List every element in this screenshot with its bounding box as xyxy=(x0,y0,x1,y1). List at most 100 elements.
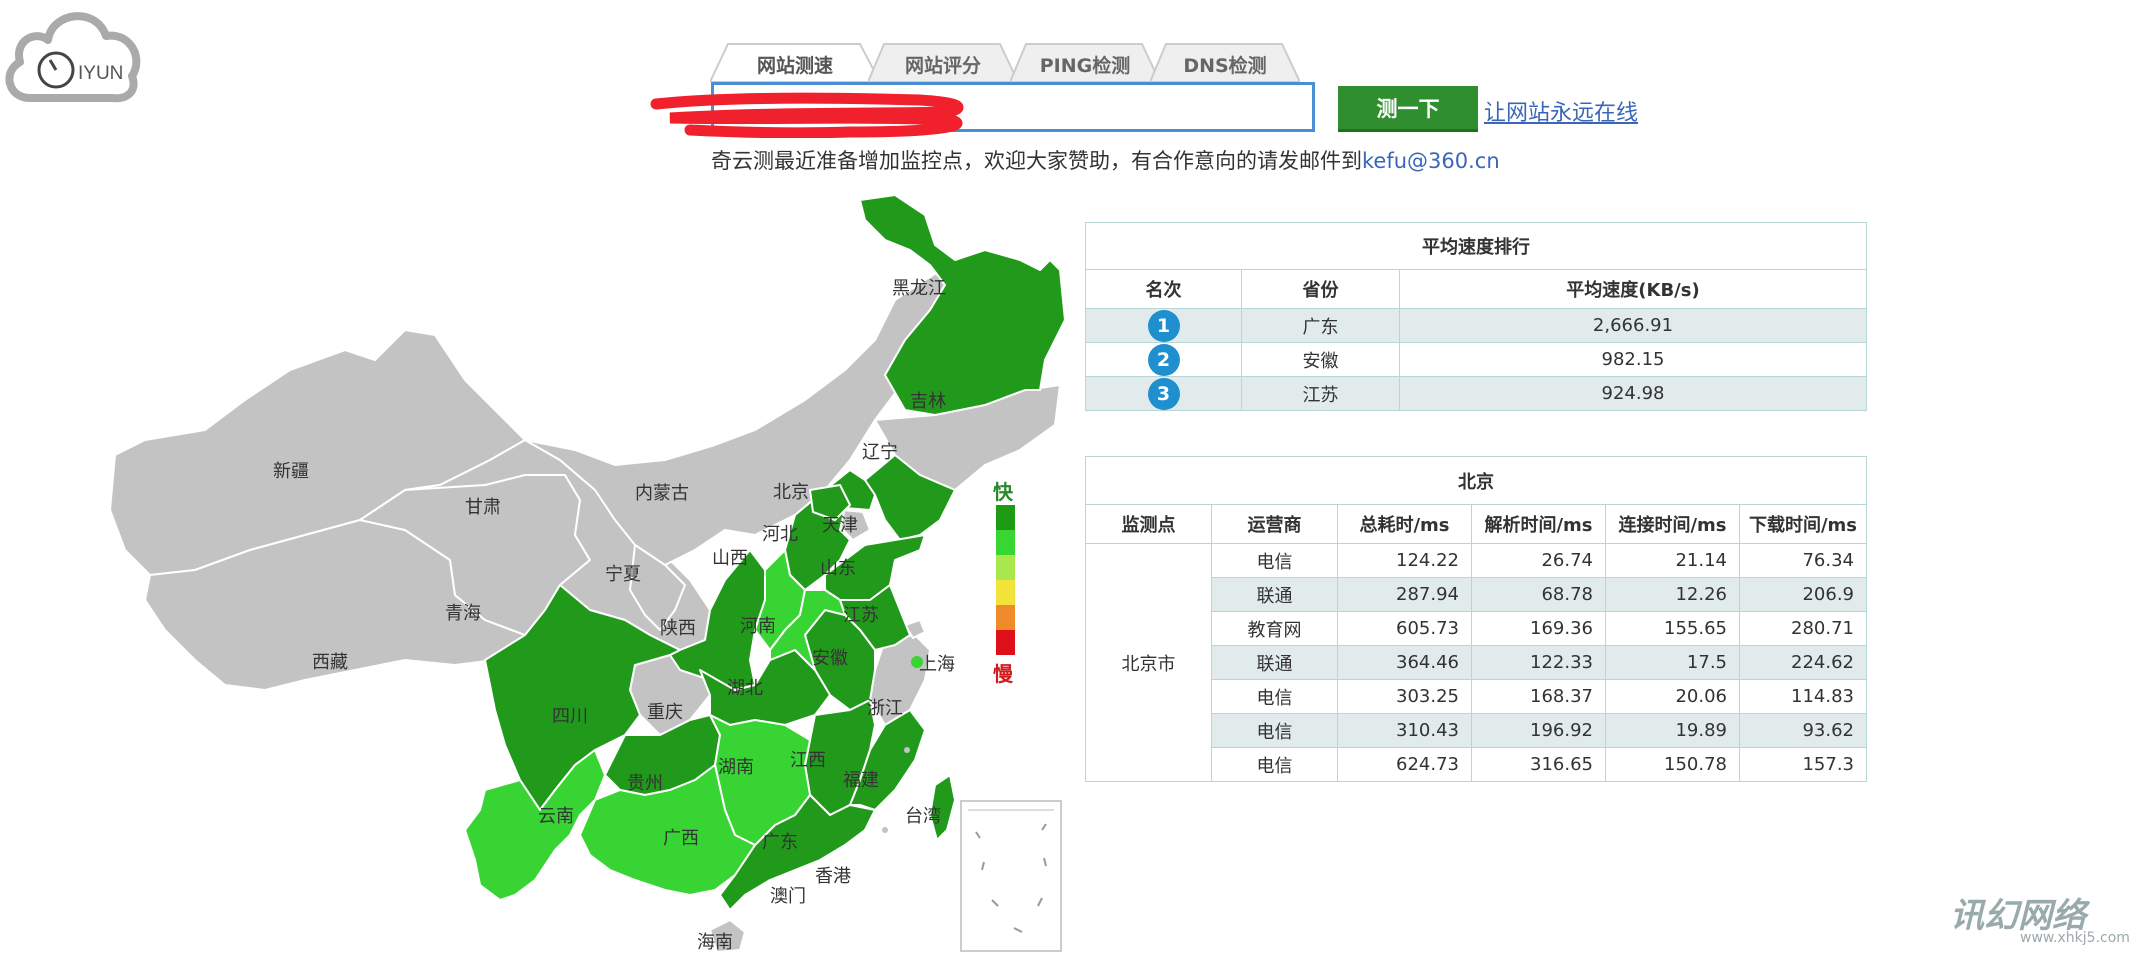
cell-dns: 26.74 xyxy=(1471,543,1606,578)
marker-island-1 xyxy=(904,747,910,753)
cell-download: 93.62 xyxy=(1739,713,1867,748)
label-chongqing: 重庆 xyxy=(647,702,683,723)
tab-label: DNS检测 xyxy=(1183,55,1267,77)
col-avg-speed: 平均速度(KB/s) xyxy=(1399,269,1867,309)
cell-download: 280.71 xyxy=(1739,611,1867,646)
legend-swatch-4 xyxy=(996,580,1015,605)
col-isp: 运营商 xyxy=(1211,504,1338,544)
rank-badge: 1 xyxy=(1147,309,1180,342)
legend-swatch-6 xyxy=(996,630,1015,655)
cell-connect: 21.14 xyxy=(1605,543,1740,578)
tab-label: 网站测速 xyxy=(756,55,833,77)
col-download-time: 下载时间/ms xyxy=(1739,504,1867,544)
label-beijing: 北京 xyxy=(773,482,809,503)
label-gansu: 甘肃 xyxy=(465,497,501,518)
speed-ranking-table: 平均速度排行 名次 省份 平均速度(KB/s) 1 广东 2,666.91 2 … xyxy=(1085,222,1867,411)
tab-site-score[interactable]: 网站评分 xyxy=(868,42,1018,82)
cell-total: 303.25 xyxy=(1337,679,1472,714)
ranking-province: 安徽 xyxy=(1241,342,1400,377)
label-shanxi: 山西 xyxy=(712,548,748,569)
ranking-province: 江苏 xyxy=(1241,376,1400,411)
col-connect-time: 连接时间/ms xyxy=(1605,504,1740,544)
rank-badge: 3 xyxy=(1147,377,1180,410)
cell-dns: 196.92 xyxy=(1471,713,1606,748)
cell-isp: 电信 xyxy=(1211,713,1338,748)
label-hebei: 河北 xyxy=(762,524,798,545)
cell-dns: 168.37 xyxy=(1471,679,1606,714)
label-heilongjiang: 黑龙江 xyxy=(892,278,946,299)
label-qinghai: 青海 xyxy=(445,603,481,624)
keep-online-link[interactable]: 让网站永远在线 xyxy=(1484,95,1638,127)
label-anhui: 安徽 xyxy=(812,648,848,669)
cell-connect: 155.65 xyxy=(1605,611,1740,646)
contact-email-link[interactable]: kefu@360.cn xyxy=(1362,149,1500,173)
iyun-logo[interactable]: IYUN xyxy=(0,0,145,110)
cell-total: 124.22 xyxy=(1337,543,1472,578)
label-xinjiang: 新疆 xyxy=(273,461,309,482)
cell-isp: 联通 xyxy=(1211,645,1338,680)
rank-badge: 2 xyxy=(1147,343,1180,376)
ranking-row: 3 江苏 924.98 xyxy=(1085,376,1867,411)
inset-map xyxy=(968,809,1054,933)
cell-download: 76.34 xyxy=(1739,543,1867,578)
cell-total: 364.46 xyxy=(1337,645,1472,680)
cell-dns: 122.33 xyxy=(1471,645,1606,680)
legend-swatch-1 xyxy=(996,505,1015,530)
cloud-logo-icon: IYUN xyxy=(5,12,141,103)
label-jiangxi: 江西 xyxy=(790,750,826,771)
cell-total: 624.73 xyxy=(1337,747,1472,782)
ranking-speed: 982.15 xyxy=(1399,342,1867,377)
ranking-row: 1 广东 2,666.91 xyxy=(1085,308,1867,343)
label-ningxia: 宁夏 xyxy=(605,564,641,585)
label-liaoning: 辽宁 xyxy=(862,442,898,463)
tab-speed-test[interactable]: 网站测速 xyxy=(710,42,880,82)
south-china-sea-inset xyxy=(960,800,1062,952)
label-inner-mongolia: 内蒙古 xyxy=(635,483,689,504)
col-dns-time: 解析时间/ms xyxy=(1471,504,1606,544)
tab-ping-check[interactable]: PING检测 xyxy=(1010,42,1160,82)
cell-download: 206.9 xyxy=(1739,577,1867,612)
test-button[interactable]: 测一下 xyxy=(1338,86,1478,132)
label-shandong: 山东 xyxy=(820,558,856,579)
cell-isp: 教育网 xyxy=(1211,611,1338,646)
label-yunnan: 云南 xyxy=(538,806,574,827)
notice-message: 奇云测最近准备增加监控点，欢迎大家赞助，有合作意向的请发邮件到 xyxy=(711,149,1362,173)
china-speed-map: 新疆 西藏 青海 甘肃 内蒙古 宁夏 吉林 天津 重庆 浙江 上海 香港 澳门 … xyxy=(109,194,1065,953)
label-shanghai: 上海 xyxy=(919,654,955,675)
label-tibet: 西藏 xyxy=(312,652,348,673)
label-hunan: 湖南 xyxy=(718,757,754,778)
province-heilongjiang[interactable] xyxy=(859,194,1065,416)
cell-isp: 电信 xyxy=(1211,679,1338,714)
ranking-province: 广东 xyxy=(1241,308,1400,343)
cell-isp: 电信 xyxy=(1211,747,1338,782)
ranking-speed: 2,666.91 xyxy=(1399,308,1867,343)
label-jilin: 吉林 xyxy=(910,391,946,412)
cell-download: 114.83 xyxy=(1739,679,1867,714)
legend-slow-label: 慢 xyxy=(993,662,1013,686)
legend-fast-label: 快 xyxy=(993,480,1013,504)
tab-label: PING检测 xyxy=(1039,55,1131,77)
monitor-location: 北京市 xyxy=(1085,543,1212,782)
tab-dns-check[interactable]: DNS检测 xyxy=(1150,42,1300,82)
cell-isp: 电信 xyxy=(1211,543,1338,578)
label-hongkong: 香港 xyxy=(815,866,851,887)
label-guangdong: 广东 xyxy=(762,832,798,853)
marker-island-2 xyxy=(882,827,888,833)
ranking-title: 平均速度排行 xyxy=(1085,222,1867,270)
cell-connect: 150.78 xyxy=(1605,747,1740,782)
label-shaanxi: 陕西 xyxy=(660,618,696,639)
label-taiwan: 台湾 xyxy=(905,806,941,827)
cell-total: 605.73 xyxy=(1337,611,1472,646)
tab-label: 网站评分 xyxy=(904,55,981,77)
watermark-url: www.xhkj5.com xyxy=(2020,930,2130,946)
redaction-mark xyxy=(650,92,964,138)
label-guangxi: 广西 xyxy=(663,828,699,849)
cell-dns: 316.65 xyxy=(1471,747,1606,782)
label-hainan: 海南 xyxy=(697,932,733,953)
cell-total: 310.43 xyxy=(1337,713,1472,748)
logo-text: IYUN xyxy=(78,63,123,84)
city-detail-table: 北京 监测点 运营商 总耗时/ms 解析时间/ms 连接时间/ms 下载时间/m… xyxy=(1085,456,1867,782)
cell-download: 224.62 xyxy=(1739,645,1867,680)
cell-isp: 联通 xyxy=(1211,577,1338,612)
label-tianjin: 天津 xyxy=(822,515,858,536)
